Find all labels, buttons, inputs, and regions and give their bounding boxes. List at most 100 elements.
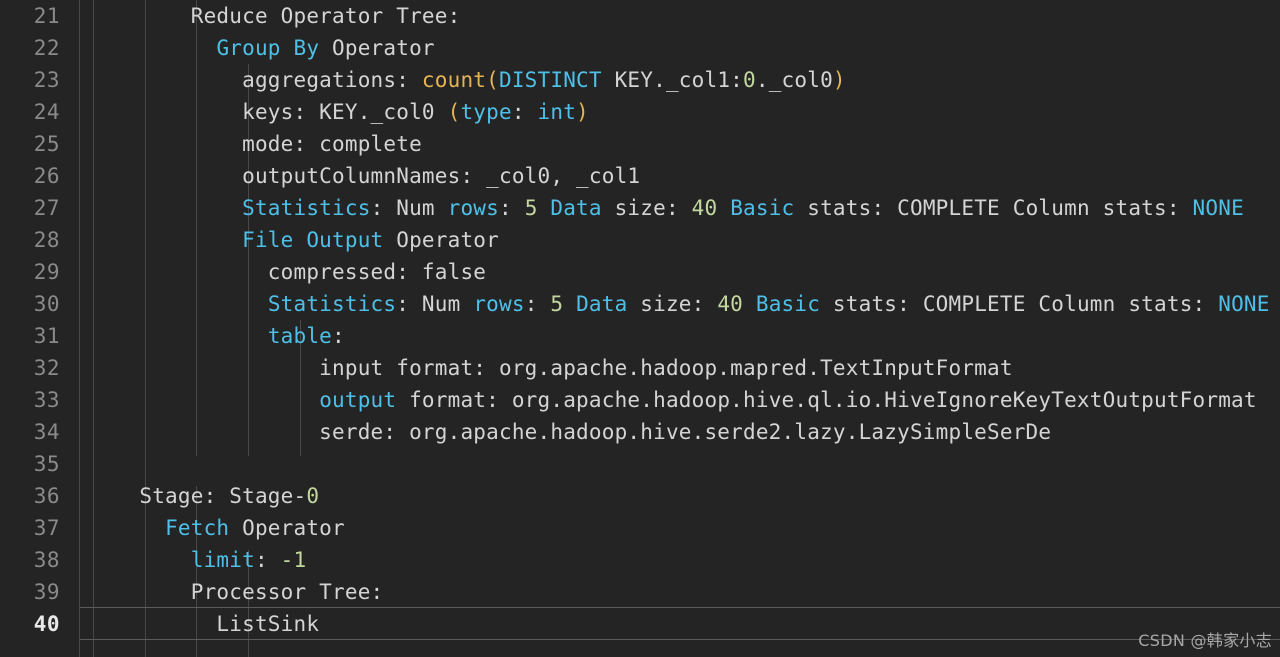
code-token: rows xyxy=(473,292,525,316)
code-token: ( xyxy=(447,100,461,124)
code-line[interactable]: keys: KEY._col0 (type: int) xyxy=(88,96,589,128)
code-line[interactable]: serde: org.apache.hadoop.hive.serde2.laz… xyxy=(88,416,1051,448)
code-token: : Num xyxy=(370,196,448,220)
code-token: NONE xyxy=(1192,196,1244,220)
line-number[interactable]: 38 xyxy=(0,544,60,576)
code-token: ListSink xyxy=(88,612,320,636)
code-token: 40 xyxy=(691,196,718,220)
line-number[interactable]: 29 xyxy=(0,256,60,288)
active-line-top-border xyxy=(80,607,1280,608)
code-token: -1 xyxy=(280,548,307,572)
line-number[interactable]: 23 xyxy=(0,64,60,96)
code-token: NONE xyxy=(1218,292,1270,316)
code-token: int xyxy=(537,100,577,124)
code-token: format: org.apache.hadoop.hive.ql.io.Hiv… xyxy=(396,388,1257,412)
code-token: output xyxy=(319,388,397,412)
code-line[interactable]: table: xyxy=(88,320,345,352)
code-token: : xyxy=(524,292,551,316)
code-line[interactable]: Reduce Operator Tree: xyxy=(88,0,461,32)
code-token: stats: COMPLETE Column stats: xyxy=(820,292,1219,316)
code-token: 5 xyxy=(550,292,564,316)
line-number[interactable]: 27 xyxy=(0,192,60,224)
code-token: Processor Tree: xyxy=(88,580,384,604)
code-token: Data xyxy=(576,292,628,316)
code-token: size: xyxy=(627,292,718,316)
code-token: table xyxy=(267,324,333,348)
code-token: mode: complete xyxy=(88,132,422,156)
line-number[interactable]: 22 xyxy=(0,32,60,64)
code-line[interactable]: ListSink xyxy=(88,608,319,640)
code-token: Basic xyxy=(730,196,795,220)
line-number[interactable]: 34 xyxy=(0,416,60,448)
code-token: rows xyxy=(447,196,499,220)
code-token: Data xyxy=(550,196,602,220)
code-token: limit xyxy=(190,548,255,572)
code-token: Basic xyxy=(755,292,821,316)
code-token: Group By xyxy=(216,36,320,60)
line-number[interactable]: 28 xyxy=(0,224,60,256)
code-token: Reduce Operator Tree: xyxy=(88,4,461,28)
code-line[interactable]: Fetch Operator xyxy=(88,512,345,544)
code-editor[interactable]: Reduce Operator Tree: Group By Operator … xyxy=(0,0,1280,657)
code-line[interactable]: aggregations: count(DISTINCT KEY._col1:0… xyxy=(88,64,846,96)
code-token: Operator xyxy=(319,36,435,60)
csdn-watermark: CSDN @韩家小志 xyxy=(1138,631,1272,650)
code-token: serde: org.apache.hadoop.hive.serde2.laz… xyxy=(88,420,1052,444)
code-token: compressed: false xyxy=(88,260,487,284)
line-number[interactable]: 40 xyxy=(0,608,60,640)
code-line[interactable]: output format: org.apache.hadoop.hive.ql… xyxy=(88,384,1257,416)
code-token: : xyxy=(254,548,281,572)
code-line[interactable]: Group By Operator xyxy=(88,32,435,64)
line-number[interactable]: 32 xyxy=(0,352,60,384)
line-number[interactable]: 26 xyxy=(0,160,60,192)
line-number-gutter[interactable]: 21 22 23 24 25 26 27 28 29 30 31 32 33 34 35 36 37 38 39 40 xyxy=(0,0,79,657)
line-number[interactable]: 39 xyxy=(0,576,60,608)
code-token: File Output xyxy=(242,228,384,252)
code-token: 0 xyxy=(306,484,320,508)
code-token: input format: org.apache.hadoop.mapred.T… xyxy=(88,356,1013,380)
gutter-divider xyxy=(79,0,80,657)
code-token: Operator xyxy=(383,228,499,252)
code-token: keys: KEY._col0 xyxy=(88,100,448,124)
code-token: : xyxy=(499,196,525,220)
line-number[interactable]: 31 xyxy=(0,320,60,352)
code-line[interactable]: compressed: false xyxy=(88,256,486,288)
line-number[interactable]: 25 xyxy=(0,128,60,160)
line-number[interactable]: 30 xyxy=(0,288,60,320)
line-number[interactable]: 24 xyxy=(0,96,60,128)
code-token: 0 xyxy=(743,68,756,92)
code-token: : xyxy=(332,324,345,348)
code-line[interactable]: Stage: Stage-0 xyxy=(88,480,319,512)
code-token: ._col0 xyxy=(755,68,833,92)
code-line[interactable]: Statistics: Num rows: 5 Data size: 40 Ba… xyxy=(88,192,1244,224)
line-number[interactable]: 37 xyxy=(0,512,60,544)
code-token: 5 xyxy=(524,196,538,220)
code-token: : Num xyxy=(396,292,474,316)
code-token: ) xyxy=(576,100,589,124)
code-token: : xyxy=(511,100,538,124)
code-line[interactable]: limit: -1 xyxy=(88,544,306,576)
code-token: Stage: Stage- xyxy=(88,484,307,508)
line-number[interactable]: 36 xyxy=(0,480,60,512)
code-line[interactable]: mode: complete xyxy=(88,128,422,160)
code-line[interactable]: outputColumnNames: _col0, _col1 xyxy=(88,160,640,192)
code-token: aggregations: xyxy=(88,68,422,92)
code-token: Fetch xyxy=(165,516,230,540)
code-line[interactable]: Processor Tree: xyxy=(88,576,383,608)
code-token: KEY._col1: xyxy=(601,68,744,92)
code-line[interactable]: Statistics: Num rows: 5 Data size: 40 Ba… xyxy=(88,288,1270,320)
line-number[interactable]: 21 xyxy=(0,0,60,32)
code-line[interactable]: input format: org.apache.hadoop.mapred.T… xyxy=(88,352,1013,384)
code-content[interactable]: Reduce Operator Tree: Group By Operator … xyxy=(80,0,1280,657)
line-number[interactable]: 33 xyxy=(0,384,60,416)
line-number[interactable]: 35 xyxy=(0,448,60,480)
code-line[interactable]: File Output Operator xyxy=(88,224,499,256)
